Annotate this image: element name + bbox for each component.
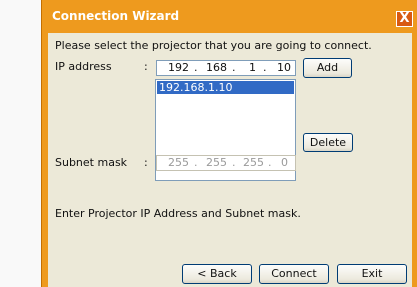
exit-button-label: Exit [361, 267, 383, 280]
subnet-octet-1: 255 [168, 156, 189, 169]
ip-octet-1: 192 [168, 61, 189, 74]
title-bar[interactable]: Connection Wizard X [42, 0, 417, 33]
connection-wizard-window: Connection Wizard X Please select the pr… [41, 0, 417, 287]
subnet-mask-label: Subnet mask [55, 156, 128, 169]
subnet-dot-3: . [268, 156, 272, 169]
ip-address-colon: : [144, 60, 148, 73]
subnet-dot-1: . [194, 156, 198, 169]
subnet-octet-4: 0 [281, 156, 288, 169]
subnet-octet-3: 255 [243, 156, 264, 169]
close-icon: X [399, 11, 410, 26]
add-button-label: Add [316, 61, 339, 74]
dialog-body: Please select the projector that you are… [48, 33, 412, 287]
ip-dot-1: . [194, 61, 198, 74]
ip-octet-2: 168 [206, 61, 227, 74]
list-item-label: 192.168.1.10 [159, 81, 233, 94]
ip-octet-3: 1 [249, 61, 256, 74]
delete-button-label: Delete [309, 136, 347, 149]
ip-dot-3: . [263, 61, 267, 74]
ip-octet-4: 10 [277, 61, 291, 74]
back-button[interactable]: < Back [182, 264, 252, 284]
subnet-dot-2: . [232, 156, 236, 169]
delete-button[interactable]: Delete [303, 133, 353, 152]
exit-button[interactable]: Exit [337, 264, 407, 284]
ip-address-label: IP address [55, 60, 112, 73]
ip-address-input[interactable]: 192 . 168 . 1 . 10 [156, 60, 296, 76]
subnet-mask-input[interactable]: 255 . 255 . 255 . 0 [156, 155, 296, 171]
subnet-mask-colon: : [144, 156, 148, 169]
connect-button-label: Connect [271, 267, 317, 280]
ip-dot-2: . [232, 61, 236, 74]
connect-button[interactable]: Connect [259, 264, 329, 284]
instruction-text: Please select the projector that you are… [55, 39, 372, 52]
close-button[interactable]: X [396, 11, 413, 27]
add-button[interactable]: Add [303, 58, 352, 78]
window-title: Connection Wizard [52, 9, 180, 23]
back-button-label: < Back [197, 267, 237, 280]
list-item[interactable]: 192.168.1.10 [157, 81, 294, 94]
subnet-octet-2: 255 [206, 156, 227, 169]
help-text: Enter Projector IP Address and Subnet ma… [55, 207, 301, 220]
